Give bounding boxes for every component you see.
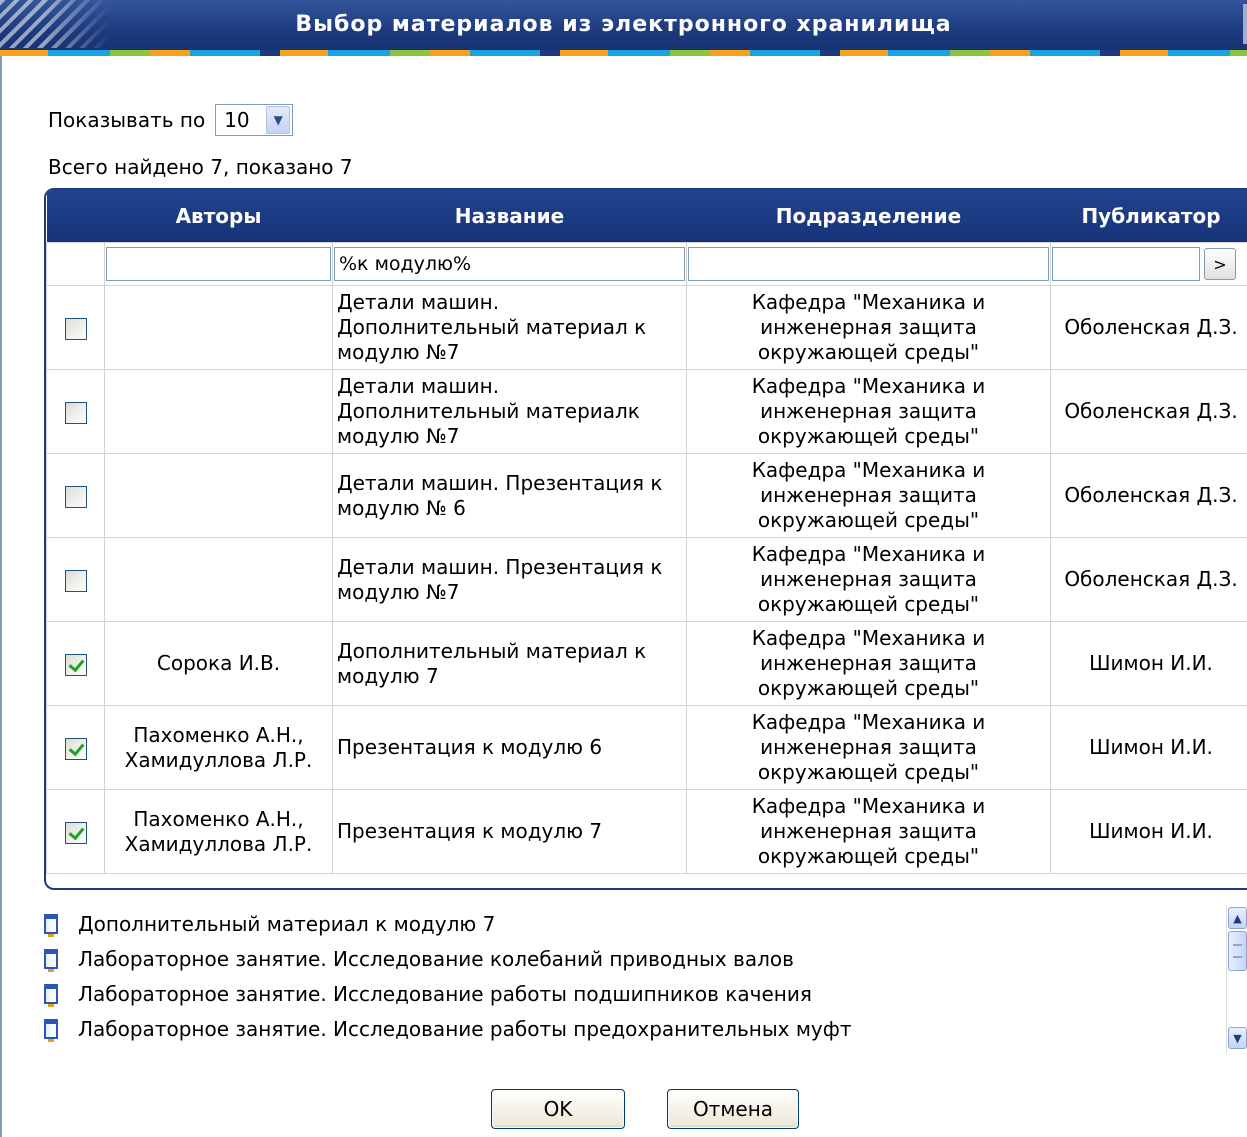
cell-authors bbox=[104, 537, 333, 622]
cell-title: Презентация к модулю 6 bbox=[332, 705, 687, 790]
materials-table: Авторы Название Подразделение Публикатор… bbox=[44, 188, 1247, 890]
cell-authors: Сорока И.В. bbox=[104, 621, 333, 706]
cell-department: Кафедра "Механика и инженерная защита ок… bbox=[686, 705, 1051, 790]
row-checkbox[interactable] bbox=[64, 317, 87, 340]
cell-authors bbox=[104, 453, 333, 538]
filter-publisher-input[interactable] bbox=[1052, 247, 1200, 281]
row-select-cell bbox=[46, 453, 105, 538]
cell-department: Кафедра "Механика и инженерная защита ок… bbox=[686, 369, 1051, 454]
table-row[interactable]: Пахоменко А.Н., Хамидуллова Л.Р. Презента… bbox=[46, 789, 1247, 874]
table-row[interactable]: Детали машин. Презентация к модулю №7 Каф… bbox=[46, 537, 1247, 622]
cell-department: Кафедра "Механика и инженерная защита ок… bbox=[686, 285, 1051, 370]
header-authors[interactable]: Авторы bbox=[104, 190, 333, 243]
row-checkbox[interactable] bbox=[64, 653, 87, 676]
cell-department: Кафедра "Механика и инженерная защита ок… bbox=[686, 537, 1051, 622]
filter-empty-cell bbox=[46, 242, 105, 286]
scroll-up-icon[interactable]: ▲ bbox=[1228, 907, 1247, 929]
dialog-title-bar: Выбор материалов из электронного хранили… bbox=[0, 0, 1247, 56]
document-icon bbox=[44, 1018, 58, 1042]
apply-filter-button[interactable]: > bbox=[1204, 248, 1236, 280]
cell-department: Кафедра "Механика и инженерная защита ок… bbox=[686, 621, 1051, 706]
document-icon bbox=[44, 948, 58, 972]
scroll-thumb[interactable] bbox=[1228, 931, 1247, 971]
header-department[interactable]: Подразделение bbox=[686, 190, 1051, 243]
list-item[interactable]: Дополнительный материал к модулю 7 bbox=[44, 906, 1214, 941]
dialog-title: Выбор материалов из электронного хранили… bbox=[295, 12, 952, 37]
results-count: Всего найдено 7, показано 7 bbox=[48, 155, 353, 179]
cell-publisher: Оболенская Д.З. bbox=[1050, 285, 1247, 370]
row-checkbox[interactable] bbox=[64, 569, 87, 592]
filter-title-cell: %к модулю% bbox=[332, 242, 687, 286]
cell-title: Презентация к модулю 7 bbox=[332, 789, 687, 874]
filter-authors-cell bbox=[104, 242, 333, 286]
cell-department: Кафедра "Механика и инженерная защита ок… bbox=[686, 453, 1051, 538]
cell-title: Дополнительный материал к модулю 7 bbox=[332, 621, 687, 706]
title-bar-edge bbox=[1243, 4, 1247, 44]
dialog-left-border bbox=[0, 56, 2, 1137]
filter-department-cell bbox=[686, 242, 1051, 286]
table-header-row: Авторы Название Подразделение Публикатор bbox=[46, 190, 1247, 243]
cell-authors bbox=[104, 369, 333, 454]
list-item-label: Дополнительный материал к модулю 7 bbox=[78, 911, 496, 936]
row-select-cell bbox=[46, 285, 105, 370]
cell-publisher: Шимон И.И. bbox=[1050, 705, 1247, 790]
table-row[interactable]: Детали машин. Презентация к модулю № 6 Ка… bbox=[46, 453, 1247, 538]
list-item[interactable]: Лабораторное занятие. Исследование работ… bbox=[44, 976, 1214, 1011]
table-row[interactable]: Пахоменко А.Н., Хамидуллова Л.Р. Презента… bbox=[46, 705, 1247, 790]
row-select-cell bbox=[46, 705, 105, 790]
row-select-cell bbox=[46, 621, 105, 706]
row-select-cell bbox=[46, 789, 105, 874]
list-item[interactable]: Лабораторное занятие. Исследование колеб… bbox=[44, 941, 1214, 976]
list-item-label: Лабораторное занятие. Исследование работ… bbox=[78, 1016, 852, 1041]
header-publisher[interactable]: Публикатор bbox=[1050, 190, 1247, 243]
filter-title-input[interactable]: %к модулю% bbox=[334, 247, 685, 281]
cancel-button[interactable]: Отмена bbox=[667, 1089, 799, 1129]
page-size-control: Показывать по 10 ▼ bbox=[48, 103, 294, 137]
list-item-label: Лабораторное занятие. Исследование колеб… bbox=[78, 946, 794, 971]
page-size-value: 10 bbox=[224, 108, 250, 132]
cell-publisher: Оболенская Д.З. bbox=[1050, 369, 1247, 454]
row-checkbox[interactable] bbox=[64, 401, 87, 424]
table-row[interactable]: Детали машин. Дополнительный материал к … bbox=[46, 285, 1247, 370]
cell-publisher: Шимон И.И. bbox=[1050, 621, 1247, 706]
row-select-cell bbox=[46, 537, 105, 622]
header-title[interactable]: Название bbox=[332, 190, 687, 243]
document-icon bbox=[44, 983, 58, 1007]
row-select-cell bbox=[46, 369, 105, 454]
list-scrollbar[interactable]: ▲ ▼ bbox=[1226, 905, 1247, 1055]
title-bar-color-strip bbox=[0, 50, 1247, 56]
row-checkbox[interactable] bbox=[64, 737, 87, 760]
cell-publisher: Оболенская Д.З. bbox=[1050, 453, 1247, 538]
row-checkbox[interactable] bbox=[64, 821, 87, 844]
filter-department-input[interactable] bbox=[688, 247, 1049, 281]
list-item-label: Лабораторное занятие. Исследование работ… bbox=[78, 981, 812, 1006]
cell-title: Детали машин. Презентация к модулю №7 bbox=[332, 537, 687, 622]
row-checkbox[interactable] bbox=[64, 485, 87, 508]
cell-publisher: Шимон И.И. bbox=[1050, 789, 1247, 874]
table-row[interactable]: Сорока И.В. Дополнительный материал к мод… bbox=[46, 621, 1247, 706]
cell-department: Кафедра "Механика и инженерная защита ок… bbox=[686, 789, 1051, 874]
cell-publisher: Оболенская Д.З. bbox=[1050, 537, 1247, 622]
chevron-down-icon[interactable]: ▼ bbox=[266, 106, 291, 134]
selected-materials-list: Дополнительный материал к модулю 7 Лабора… bbox=[44, 906, 1214, 1046]
cell-title: Детали машин. Дополнительный материал к … bbox=[332, 285, 687, 370]
cell-authors: Пахоменко А.Н., Хамидуллова Л.Р. bbox=[104, 705, 333, 790]
page-size-select[interactable]: 10 ▼ bbox=[215, 104, 294, 136]
filter-authors-input[interactable] bbox=[106, 247, 331, 281]
table-row[interactable]: Детали машин. Дополнительный материалк м… bbox=[46, 369, 1247, 454]
scroll-down-icon[interactable]: ▼ bbox=[1228, 1027, 1247, 1049]
cell-authors bbox=[104, 285, 333, 370]
filter-row: %к модулю% > bbox=[46, 242, 1247, 286]
cell-title: Детали машин. Дополнительный материалк м… bbox=[332, 369, 687, 454]
filter-publisher-cell: > bbox=[1050, 242, 1247, 286]
page-size-label: Показывать по bbox=[48, 108, 206, 132]
cell-authors: Пахоменко А.Н., Хамидуллова Л.Р. bbox=[104, 789, 333, 874]
list-item[interactable]: Лабораторное занятие. Исследование работ… bbox=[44, 1011, 1214, 1046]
cell-title: Детали машин. Презентация к модулю № 6 bbox=[332, 453, 687, 538]
header-select bbox=[46, 190, 105, 243]
document-icon bbox=[44, 913, 58, 937]
ok-button[interactable]: OK bbox=[491, 1089, 625, 1129]
